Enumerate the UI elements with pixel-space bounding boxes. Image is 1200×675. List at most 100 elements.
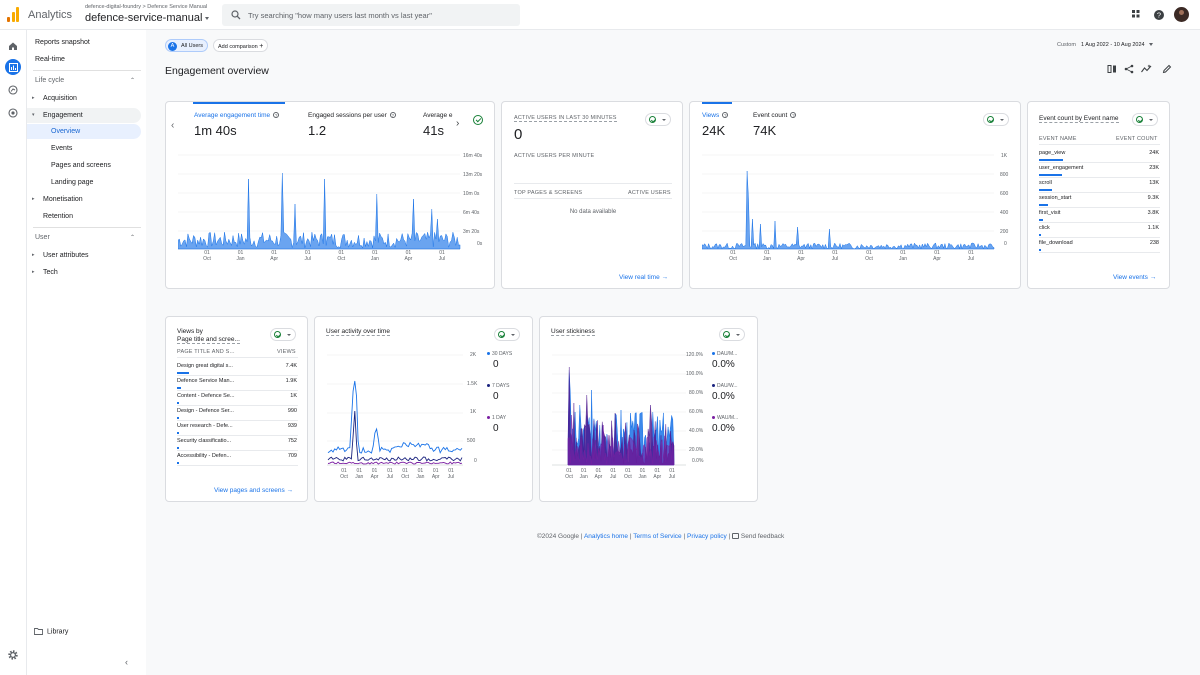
insights-icon[interactable] xyxy=(1141,64,1152,74)
divider xyxy=(1039,144,1160,145)
table-row-label[interactable]: user_engagement xyxy=(1039,165,1083,171)
sidebar-item-overview[interactable]: Overview xyxy=(27,124,141,139)
x-tick: 01 Jan xyxy=(369,250,381,262)
add-comparison-button[interactable]: Add comparison + xyxy=(213,39,269,52)
stickiness-options-chip[interactable] xyxy=(719,328,745,341)
compare-columns-icon[interactable] xyxy=(1107,64,1117,74)
reports-icon[interactable] xyxy=(5,59,21,75)
table-row-label[interactable]: page_view xyxy=(1039,150,1065,156)
table-row-label[interactable]: Accessibility - Defen... xyxy=(177,453,231,459)
sidebar-item-events[interactable]: Events xyxy=(27,141,141,156)
help-icon[interactable]: ? xyxy=(273,112,280,119)
card-title-line1: Views by xyxy=(177,328,203,335)
sidebar-item-pages-screens[interactable]: Pages and screens xyxy=(27,158,141,173)
table-row-value: 3.8K xyxy=(1147,210,1159,216)
check-circle-icon[interactable] xyxy=(473,115,483,125)
sidebar-item-realtime[interactable]: Real-time xyxy=(27,52,141,67)
x-tick: 01 Jul xyxy=(302,250,314,262)
divider xyxy=(177,357,298,358)
table-row-label[interactable]: file_download xyxy=(1039,240,1073,246)
app-name[interactable]: Analytics xyxy=(28,9,72,21)
search-input[interactable] xyxy=(248,9,508,21)
all-users-chip[interactable]: A All Users xyxy=(165,39,209,52)
expand-arrow-icon: ▸ xyxy=(32,252,35,258)
property-selector[interactable]: defence-service-manual xyxy=(85,12,210,24)
table-row-label[interactable]: click xyxy=(1039,225,1050,231)
sidebar-item-landing-page[interactable]: Landing page xyxy=(27,175,141,190)
property-name: defence-service-manual xyxy=(85,12,203,24)
table-row-label[interactable]: Content - Defence Se... xyxy=(177,393,234,399)
sidebar-item-tech[interactable]: ▸ Tech xyxy=(27,265,141,280)
privacy-link[interactable]: Privacy policy xyxy=(687,533,727,540)
metric-tab-event-count[interactable]: Event count? xyxy=(753,112,797,119)
sidebar-section-user[interactable]: User ⌃ xyxy=(27,234,141,241)
row-divider xyxy=(177,390,298,391)
expand-arrow-icon: ▸ xyxy=(32,95,35,101)
explore-icon[interactable] xyxy=(5,82,21,98)
sidebar-item-retention[interactable]: Retention xyxy=(27,209,141,224)
realtime-options-chip[interactable] xyxy=(645,113,671,126)
share-icon[interactable] xyxy=(1124,64,1134,74)
table-row-bar xyxy=(177,402,179,404)
date-range-picker[interactable]: Custom 1 Aug 2022 - 10 Aug 2024 xyxy=(1057,42,1154,48)
view-events-link[interactable]: View events → xyxy=(1113,274,1156,281)
apps-grid-icon[interactable] xyxy=(1131,9,1143,21)
table-row-label[interactable]: Design great digital s... xyxy=(177,363,233,369)
table-row-label[interactable]: User research - Defe... xyxy=(177,423,233,429)
copyright: ©2024 Google | xyxy=(537,533,583,540)
help-icon[interactable]: ? xyxy=(722,112,729,119)
views-options-chip[interactable] xyxy=(983,113,1009,126)
legend-label: DAU/M... xyxy=(717,351,738,357)
home-icon[interactable] xyxy=(5,38,21,54)
metric-tab-engaged-sessions[interactable]: Engaged sessions per user? xyxy=(308,112,396,119)
sidebar-item-reports-snapshot[interactable]: Reports snapshot xyxy=(27,35,141,50)
table-row-label[interactable]: first_visit xyxy=(1039,210,1060,216)
activity-options-chip[interactable] xyxy=(494,328,520,341)
help-icon[interactable]: ? xyxy=(1153,9,1165,21)
analytics-logo-icon[interactable] xyxy=(7,7,19,22)
view-pages-link[interactable]: View pages and screens → xyxy=(214,487,293,494)
metric-tab-avg-engagement-time[interactable]: Average engagement time? xyxy=(194,112,280,119)
metric-tab-views[interactable]: Views? xyxy=(702,112,729,119)
sidebar-item-acquisition[interactable]: ▸ Acquisition xyxy=(27,91,141,106)
table-row-label[interactable]: Defence Service Man... xyxy=(177,378,234,384)
help-icon[interactable]: ? xyxy=(790,112,797,119)
table-row-label[interactable]: Security classificatio... xyxy=(177,438,231,444)
table-row-label[interactable]: session_start xyxy=(1039,195,1071,201)
x-tick-month: Oct xyxy=(729,256,737,262)
collapse-sidebar-icon[interactable]: ‹ xyxy=(125,657,128,667)
terms-link[interactable]: Terms of Service xyxy=(633,533,681,540)
analytics-home-link[interactable]: Analytics home xyxy=(584,533,628,540)
sidebar-section-lifecycle[interactable]: Life cycle ⌃ xyxy=(27,77,141,84)
help-icon[interactable]: ? xyxy=(389,112,396,119)
table-row-label[interactable]: scroll xyxy=(1039,180,1052,186)
y-tick: 60.0% xyxy=(689,409,704,415)
chevron-left-icon[interactable]: ‹ xyxy=(171,120,174,131)
table-row-label[interactable]: Design - Defence Ser... xyxy=(177,408,234,414)
send-feedback-button[interactable]: Send feedback xyxy=(732,533,784,540)
search-bar[interactable] xyxy=(222,4,520,26)
y-tick: 0s xyxy=(477,241,483,247)
breadcrumb[interactable]: defence-digital-foundry > Defence Servic… xyxy=(85,4,207,10)
sidebar-item-user-attributes[interactable]: ▸ User attributes xyxy=(27,248,141,263)
x-tick: 01 Jul xyxy=(384,468,396,480)
sidebar-item-library[interactable]: Library xyxy=(34,628,68,635)
sidebar-item-monetisation[interactable]: ▸ Monetisation xyxy=(27,192,141,207)
admin-gear-icon[interactable] xyxy=(7,649,19,663)
pages-options-chip[interactable] xyxy=(270,328,296,341)
legend-dot-icon xyxy=(487,352,490,356)
metric-tab-average[interactable]: Average e xyxy=(423,112,453,119)
sidebar-item-engagement[interactable]: ▾ Engagement xyxy=(27,108,141,123)
table-row-bar xyxy=(1039,219,1043,221)
avatar[interactable] xyxy=(1174,7,1189,22)
chevron-down-icon xyxy=(736,334,740,336)
edit-pencil-icon[interactable] xyxy=(1162,64,1172,74)
view-realtime-link[interactable]: View real time → xyxy=(619,274,668,281)
events-options-chip[interactable] xyxy=(1132,113,1158,126)
advertising-icon[interactable] xyxy=(5,105,21,121)
x-tick: 01 Jan xyxy=(414,468,426,480)
y-tick: 0.0% xyxy=(692,458,704,464)
row-divider xyxy=(1039,162,1160,163)
legend-wau-mau: WAU/M... xyxy=(712,415,738,421)
chevron-right-icon[interactable]: › xyxy=(456,118,459,129)
